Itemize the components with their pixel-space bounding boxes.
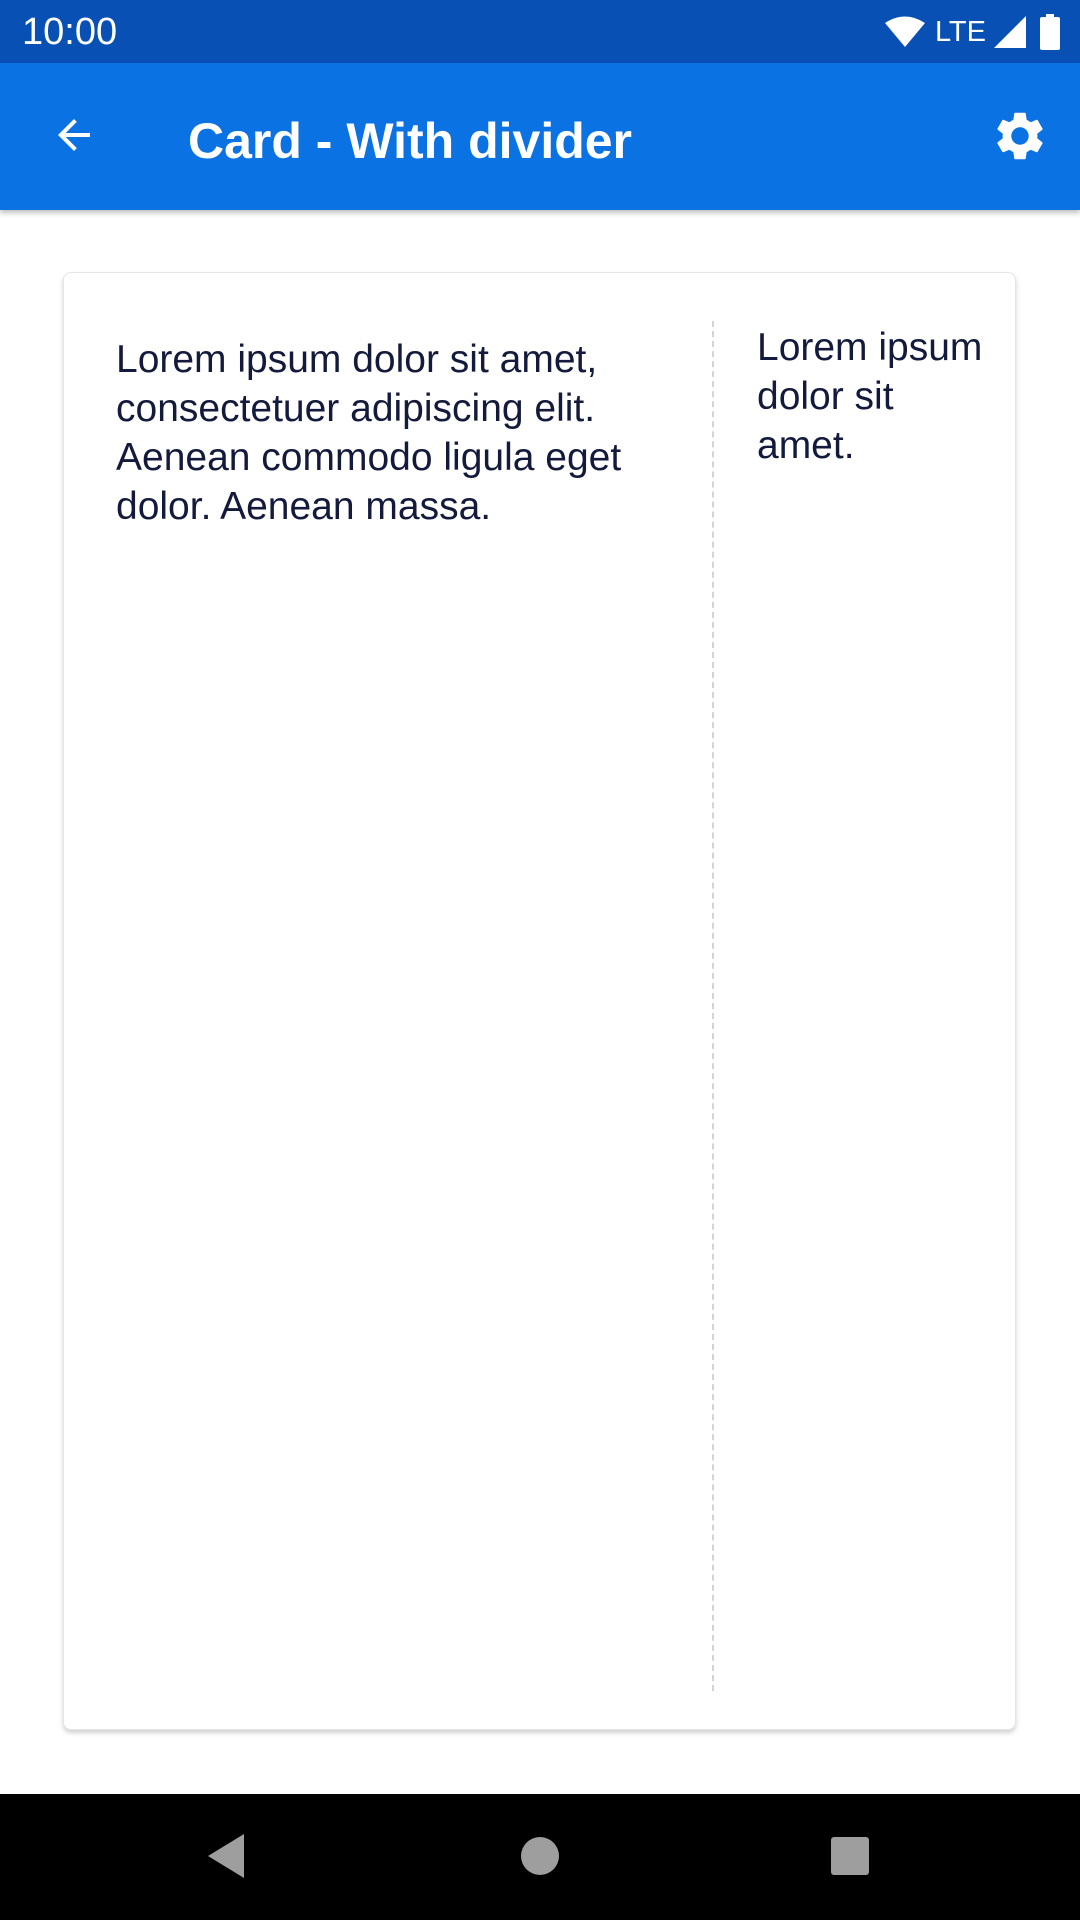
arrow-back-icon (50, 111, 98, 164)
status-bar: 10:00 LTE (0, 0, 1080, 63)
nav-home-button[interactable] (498, 1816, 582, 1900)
nav-back-button[interactable] (184, 1816, 268, 1900)
settings-button[interactable] (982, 100, 1058, 176)
nav-back-icon (204, 1832, 248, 1885)
page-title: Card - With divider (188, 113, 633, 169)
battery-icon (1040, 14, 1060, 50)
card-left-text: Lorem ipsum dolor sit amet, consectetuer… (116, 338, 622, 528)
status-time: 10:00 (22, 11, 118, 53)
card: Lorem ipsum dolor sit amet, consectetuer… (63, 272, 1016, 1730)
nav-recents-icon (830, 1836, 870, 1881)
wifi-icon (884, 16, 925, 48)
card-right-text: Lorem ipsum dolor sit amet. (757, 326, 983, 467)
card-divider (712, 321, 714, 1691)
nav-home-icon (520, 1836, 560, 1881)
app-bar: Card - With divider (0, 63, 1080, 210)
signal-icon (994, 16, 1026, 48)
system-nav-bar (0, 1794, 1080, 1920)
back-button[interactable] (34, 102, 114, 172)
status-icons: LTE (884, 12, 1060, 52)
gear-icon (991, 107, 1049, 170)
network-type-label: LTE (934, 16, 986, 48)
nav-recents-button[interactable] (808, 1816, 892, 1900)
